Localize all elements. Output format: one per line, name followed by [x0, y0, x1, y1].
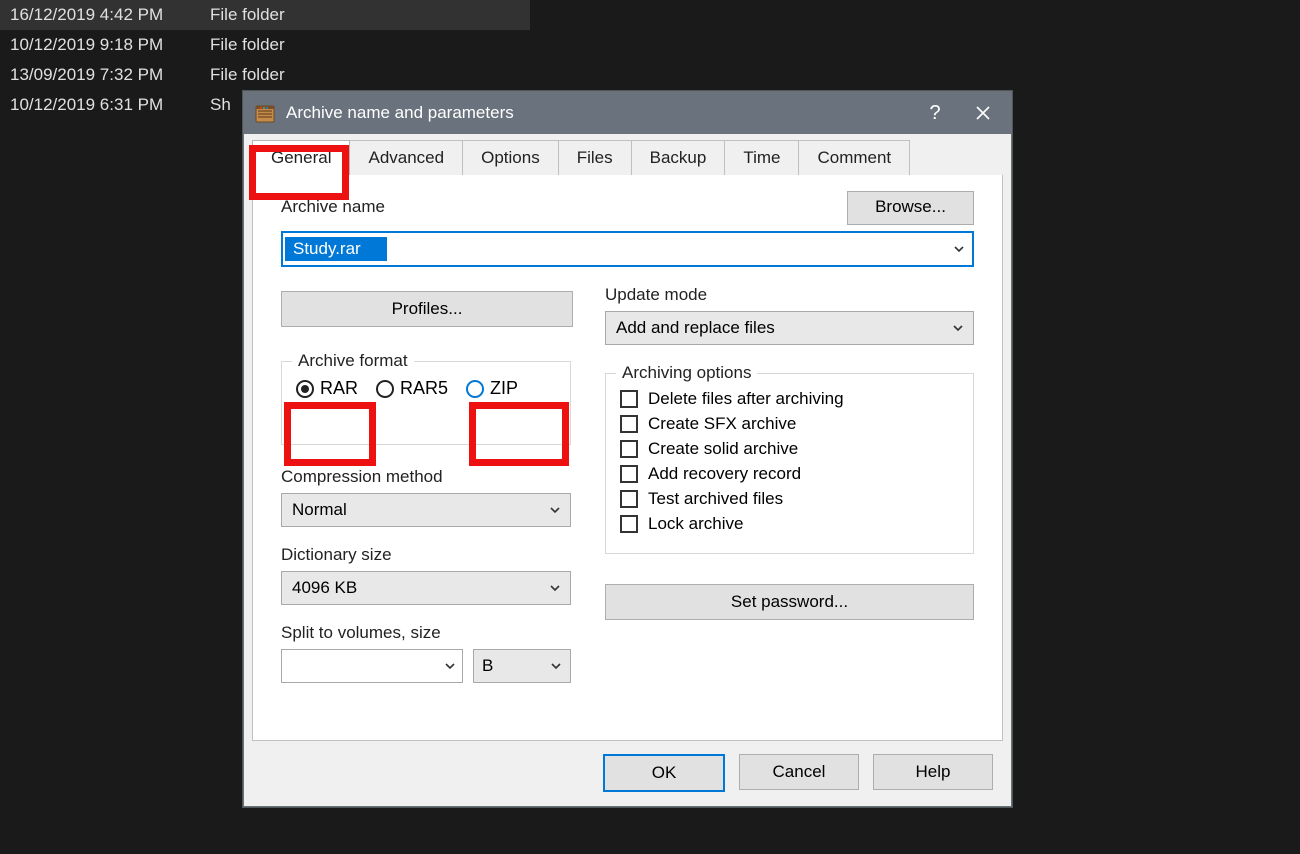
- checkbox-label: Lock archive: [648, 514, 743, 534]
- checkbox-label: Delete files after archiving: [648, 389, 844, 409]
- profiles-button[interactable]: Profiles...: [281, 291, 573, 327]
- file-date: 10/12/2019 9:18 PM: [10, 35, 210, 55]
- archive-format-label: Archive format: [292, 351, 414, 371]
- checkbox-icon: [620, 440, 638, 458]
- file-row[interactable]: 10/12/2019 9:18 PM File folder: [0, 30, 530, 60]
- close-icon[interactable]: [959, 92, 1007, 134]
- checkbox-icon: [620, 515, 638, 533]
- update-mode-select[interactable]: Add and replace files: [605, 311, 974, 345]
- winrar-icon: [254, 102, 276, 124]
- set-password-label: Set password...: [731, 592, 848, 612]
- split-unit-select[interactable]: B: [473, 649, 571, 683]
- opt-delete-after[interactable]: Delete files after archiving: [620, 389, 959, 409]
- tab-label: Backup: [650, 148, 707, 167]
- tab-time[interactable]: Time: [724, 140, 799, 175]
- ok-button[interactable]: OK: [603, 754, 725, 792]
- file-type: File folder: [210, 5, 285, 25]
- file-row[interactable]: 13/09/2019 7:32 PM File folder: [0, 60, 530, 90]
- tab-comment[interactable]: Comment: [798, 140, 910, 175]
- dialog-title: Archive name and parameters: [286, 103, 911, 123]
- split-volumes-label: Split to volumes, size: [281, 623, 571, 643]
- radio-label: ZIP: [490, 378, 518, 399]
- radio-label: RAR: [320, 378, 358, 399]
- file-date: 13/09/2019 7:32 PM: [10, 65, 210, 85]
- chevron-down-icon[interactable]: [946, 243, 972, 255]
- cancel-button[interactable]: Cancel: [739, 754, 859, 790]
- chevron-down-icon: [444, 660, 456, 672]
- tab-advanced[interactable]: Advanced: [349, 140, 463, 175]
- format-radio-rar[interactable]: RAR: [296, 378, 358, 399]
- dialog-button-bar: OK Cancel Help: [603, 754, 993, 792]
- file-date: 10/12/2019 6:31 PM: [10, 95, 210, 115]
- dictionary-size-value: 4096 KB: [292, 578, 546, 598]
- checkbox-label: Create solid archive: [648, 439, 798, 459]
- compression-method-select[interactable]: Normal: [281, 493, 571, 527]
- profiles-button-label: Profiles...: [392, 299, 463, 319]
- file-type: File folder: [210, 65, 285, 85]
- help-label: Help: [916, 762, 951, 782]
- checkbox-icon: [620, 415, 638, 433]
- ok-label: OK: [652, 763, 677, 783]
- checkbox-icon: [620, 490, 638, 508]
- browse-button[interactable]: Browse...: [847, 191, 974, 225]
- file-type: Sh: [210, 95, 231, 115]
- tab-label: Comment: [817, 148, 891, 167]
- compression-method-label: Compression method: [281, 467, 571, 487]
- update-mode-value: Add and replace files: [616, 318, 949, 338]
- archive-name-label: Archive name: [281, 197, 847, 217]
- archiving-options-label: Archiving options: [616, 363, 757, 383]
- checkbox-icon: [620, 390, 638, 408]
- compression-method-value: Normal: [292, 500, 546, 520]
- radio-icon: [466, 380, 484, 398]
- help-button[interactable]: Help: [873, 754, 993, 790]
- file-row[interactable]: 16/12/2019 4:42 PM File folder: [0, 0, 530, 30]
- radio-icon: [296, 380, 314, 398]
- archive-name-value: Study.rar: [285, 237, 387, 261]
- chevron-down-icon: [546, 582, 564, 594]
- tab-files[interactable]: Files: [558, 140, 632, 175]
- checkbox-label: Test archived files: [648, 489, 783, 509]
- cancel-label: Cancel: [773, 762, 826, 782]
- tab-strip: General Advanced Options Files Backup Ti…: [244, 134, 1011, 175]
- opt-sfx[interactable]: Create SFX archive: [620, 414, 959, 434]
- chevron-down-icon: [949, 322, 967, 334]
- archive-name-input[interactable]: Study.rar: [281, 231, 974, 267]
- title-bar[interactable]: Archive name and parameters ?: [244, 92, 1011, 134]
- tab-label: Advanced: [368, 148, 444, 167]
- update-mode-label: Update mode: [605, 285, 974, 305]
- opt-solid[interactable]: Create solid archive: [620, 439, 959, 459]
- file-type: File folder: [210, 35, 285, 55]
- help-icon[interactable]: ?: [911, 92, 959, 134]
- tab-general[interactable]: General: [252, 140, 350, 175]
- tab-body: Archive name Browse... Study.rar Profile: [252, 174, 1003, 741]
- opt-test[interactable]: Test archived files: [620, 489, 959, 509]
- archive-dialog: Archive name and parameters ? General Ad…: [243, 91, 1012, 807]
- opt-recovery[interactable]: Add recovery record: [620, 464, 959, 484]
- tab-label: Options: [481, 148, 540, 167]
- split-size-input[interactable]: [281, 649, 463, 683]
- dictionary-size-label: Dictionary size: [281, 545, 571, 565]
- checkbox-icon: [620, 465, 638, 483]
- tab-backup[interactable]: Backup: [631, 140, 726, 175]
- checkbox-label: Create SFX archive: [648, 414, 796, 434]
- chevron-down-icon: [546, 504, 564, 516]
- tab-label: Time: [743, 148, 780, 167]
- format-radio-zip[interactable]: ZIP: [466, 378, 518, 399]
- tab-options[interactable]: Options: [462, 140, 559, 175]
- opt-lock[interactable]: Lock archive: [620, 514, 959, 534]
- chevron-down-icon: [550, 660, 562, 672]
- dictionary-size-select[interactable]: 4096 KB: [281, 571, 571, 605]
- browse-button-label: Browse...: [875, 197, 946, 216]
- file-date: 16/12/2019 4:42 PM: [10, 5, 210, 25]
- format-radio-rar5[interactable]: RAR5: [376, 378, 448, 399]
- radio-label: RAR5: [400, 378, 448, 399]
- tab-label: General: [271, 148, 331, 167]
- set-password-button[interactable]: Set password...: [605, 584, 974, 620]
- radio-icon: [376, 380, 394, 398]
- checkbox-label: Add recovery record: [648, 464, 801, 484]
- split-unit-value: B: [482, 656, 493, 676]
- tab-label: Files: [577, 148, 613, 167]
